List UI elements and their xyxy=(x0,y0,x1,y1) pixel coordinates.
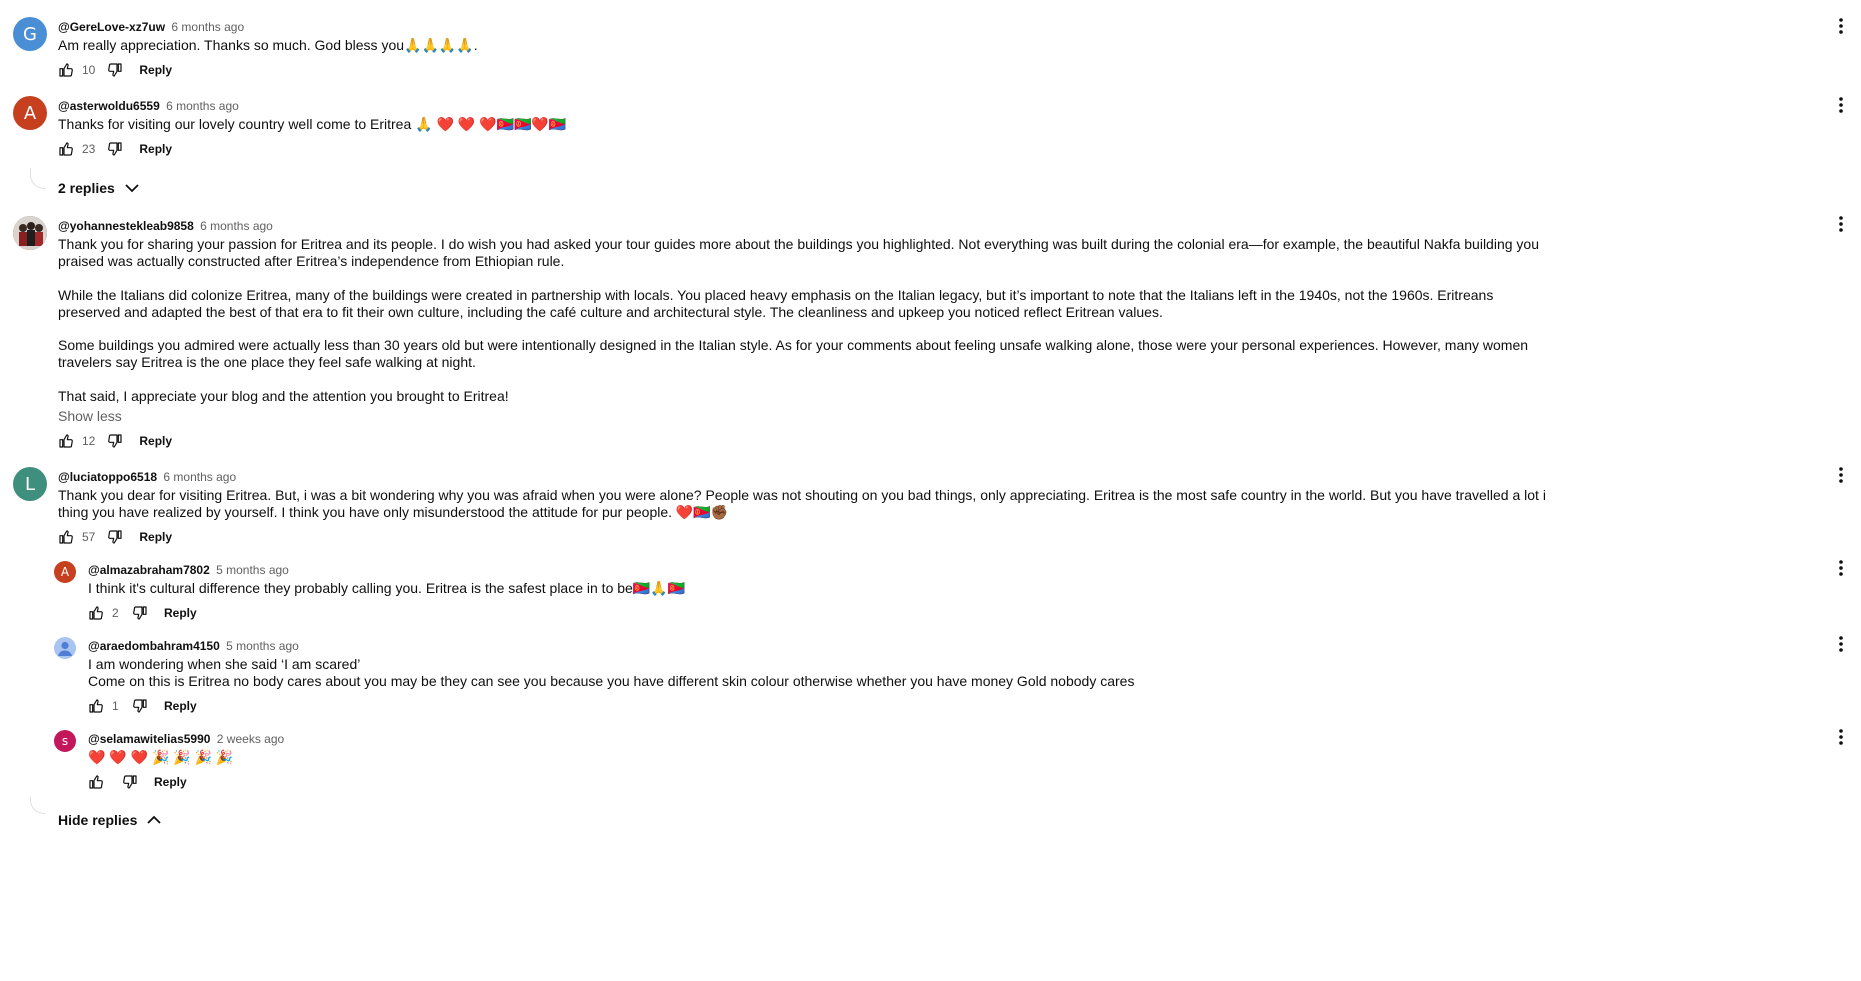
author-name[interactable]: @GereLove-xz7uw xyxy=(58,20,165,34)
comment-header: @GereLove-xz7uw 6 months ago xyxy=(58,20,244,34)
more-vert-icon[interactable] xyxy=(1829,632,1853,656)
thread-connector xyxy=(30,797,45,814)
avatar[interactable]: L xyxy=(13,467,47,501)
show-less-button[interactable]: Show less xyxy=(58,408,122,424)
author-name[interactable]: @asterwoldu6559 xyxy=(58,99,160,113)
thumbs-down-icon[interactable] xyxy=(130,603,150,623)
thumbs-up-icon[interactable] xyxy=(56,139,76,159)
like-count: 2 xyxy=(112,606,119,620)
avatar-letter: G xyxy=(23,23,37,45)
like-count: 10 xyxy=(82,63,96,77)
more-vert-icon[interactable] xyxy=(1829,463,1853,487)
comment-actions: 23 Reply xyxy=(56,139,172,159)
author-name[interactable]: @yohannestekleab9858 xyxy=(58,219,194,233)
like-count: 23 xyxy=(82,142,96,156)
hide-replies-label: Hide replies xyxy=(58,812,138,828)
avatar[interactable]: s xyxy=(54,730,76,752)
comment-actions: 12 Reply xyxy=(56,431,172,451)
more-vert-icon[interactable] xyxy=(1829,93,1853,117)
avatar-letter: L xyxy=(24,473,36,495)
chevron-up-icon xyxy=(147,815,162,824)
timestamp[interactable]: 6 months ago xyxy=(166,99,239,113)
comment-header: @asterwoldu6559 6 months ago xyxy=(58,99,239,113)
replies-toggle-label: 2 replies xyxy=(58,180,115,196)
thumbs-down-icon[interactable] xyxy=(105,139,125,159)
comment-text: Thanks for visiting our lovely country w… xyxy=(58,116,567,132)
timestamp[interactable]: 5 months ago xyxy=(216,563,289,577)
comment-text: ❤️ ❤️ ❤️ 🎉 🎉 🎉 🎉 xyxy=(88,749,234,765)
author-name[interactable]: @selamawitelias5990 xyxy=(88,732,210,746)
comment-actions: Reply xyxy=(86,772,187,792)
comment-paragraph: Thank you for sharing your passion for E… xyxy=(58,236,1543,269)
thumbs-up-icon[interactable] xyxy=(56,431,76,451)
more-vert-icon[interactable] xyxy=(1829,14,1853,38)
reply-button[interactable]: Reply xyxy=(164,606,197,620)
thread-connector xyxy=(30,168,45,189)
author-name[interactable]: @araedombahram4150 xyxy=(88,639,220,653)
avatar[interactable]: G xyxy=(13,17,47,51)
avatar-letter: A xyxy=(60,565,70,579)
avatar-letter: s xyxy=(61,734,69,748)
hide-replies-button[interactable]: Hide replies xyxy=(58,812,162,828)
comment-actions: 57 Reply xyxy=(56,527,172,547)
avatar[interactable] xyxy=(54,637,76,659)
reply-button[interactable]: Reply xyxy=(154,775,187,789)
reply-button[interactable]: Reply xyxy=(139,434,172,448)
thumbs-down-icon[interactable] xyxy=(130,696,150,716)
comment-text: I think it's cultural difference they pr… xyxy=(88,580,686,596)
comment-actions: 2 Reply xyxy=(86,603,197,623)
reply-button[interactable]: Reply xyxy=(139,530,172,544)
thumbs-up-icon[interactable] xyxy=(86,603,106,623)
replies-toggle[interactable]: 2 replies xyxy=(58,180,139,196)
comment-header: @almazabraham7802 5 months ago xyxy=(88,563,289,577)
comment-text: Am really appreciation. Thanks so much. … xyxy=(58,37,478,53)
comment-actions: 10 Reply xyxy=(56,60,172,80)
comment-text: I am wondering when she said ‘I am scare… xyxy=(88,656,1135,689)
timestamp[interactable]: 2 weeks ago xyxy=(217,732,284,746)
avatar[interactable]: A xyxy=(54,561,76,583)
comment-text: Thank you dear for visiting Eritrea. But… xyxy=(58,487,1550,520)
reply-button[interactable]: Reply xyxy=(139,142,172,156)
comment-paragraph: Some buildings you admired were actually… xyxy=(58,337,1532,370)
thumbs-down-icon[interactable] xyxy=(105,431,125,451)
thumbs-down-icon[interactable] xyxy=(105,527,125,547)
like-count: 1 xyxy=(112,699,119,713)
comment-header: @selamawitelias5990 2 weeks ago xyxy=(88,732,284,746)
thumbs-up-icon[interactable] xyxy=(56,527,76,547)
comment-header: @araedombahram4150 5 months ago xyxy=(88,639,299,653)
timestamp[interactable]: 5 months ago xyxy=(226,639,299,653)
like-count: 57 xyxy=(82,530,96,544)
profile-photo-icon xyxy=(13,216,47,250)
default-user-icon xyxy=(58,641,72,656)
thumbs-up-icon[interactable] xyxy=(56,60,76,80)
author-name[interactable]: @luciatoppo6518 xyxy=(58,470,157,484)
thumbs-up-icon[interactable] xyxy=(86,772,106,792)
thumbs-down-icon[interactable] xyxy=(105,60,125,80)
comment-paragraph: While the Italians did colonize Eritrea,… xyxy=(58,287,1498,320)
avatar-letter: A xyxy=(23,102,37,124)
comment-actions: 1 Reply xyxy=(86,696,197,716)
comment-header: @luciatoppo6518 6 months ago xyxy=(58,470,236,484)
timestamp[interactable]: 6 months ago xyxy=(163,470,236,484)
timestamp[interactable]: 6 months ago xyxy=(200,219,273,233)
avatar[interactable] xyxy=(13,216,47,250)
chevron-down-icon xyxy=(125,184,139,193)
timestamp[interactable]: 6 months ago xyxy=(171,20,244,34)
reply-button[interactable]: Reply xyxy=(139,63,172,77)
comment-paragraph: That said, I appreciate your blog and th… xyxy=(58,388,509,404)
more-vert-icon[interactable] xyxy=(1829,212,1853,236)
thumbs-down-icon[interactable] xyxy=(120,772,140,792)
reply-button[interactable]: Reply xyxy=(164,699,197,713)
author-name[interactable]: @almazabraham7802 xyxy=(88,563,210,577)
more-vert-icon[interactable] xyxy=(1829,725,1853,749)
thumbs-up-icon[interactable] xyxy=(86,696,106,716)
avatar[interactable]: A xyxy=(13,96,47,130)
more-vert-icon[interactable] xyxy=(1829,556,1853,580)
comment-header: @yohannestekleab9858 6 months ago xyxy=(58,219,273,233)
like-count: 12 xyxy=(82,434,96,448)
